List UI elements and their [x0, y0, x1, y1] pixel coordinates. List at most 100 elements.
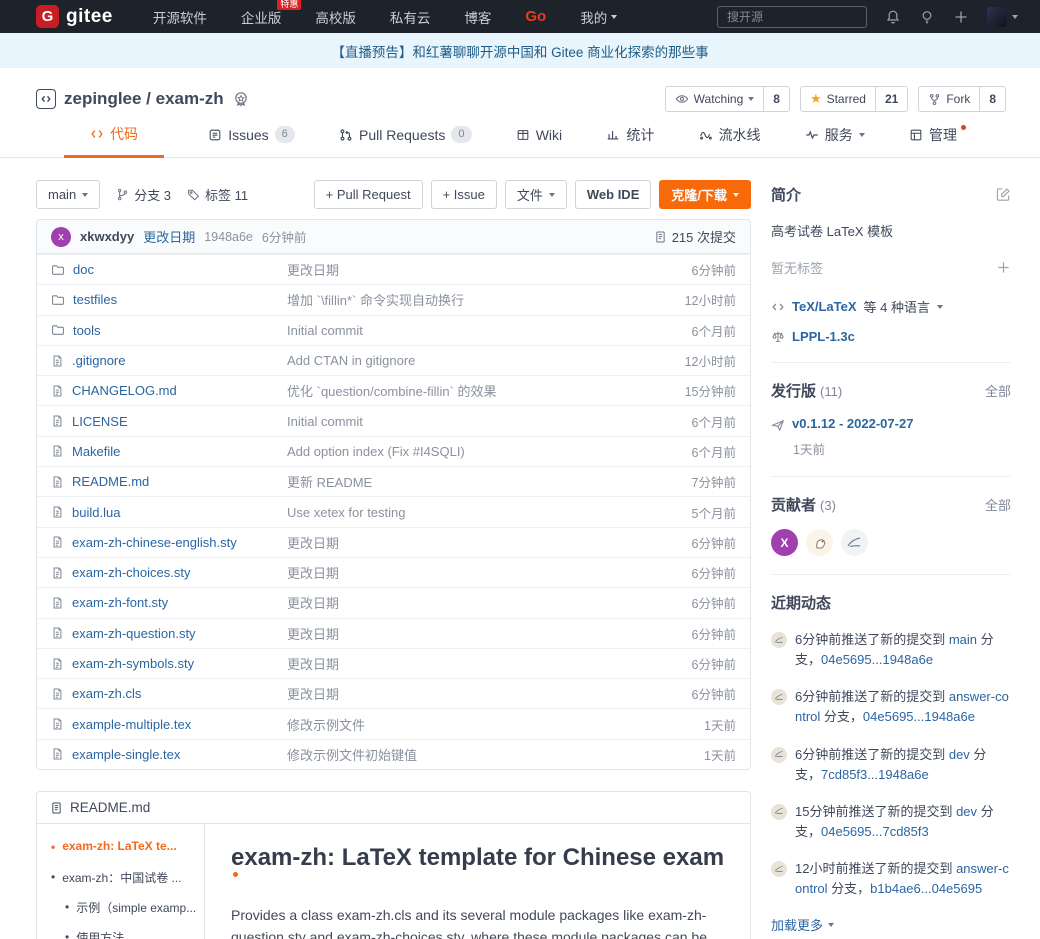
plus-icon[interactable]: [953, 9, 969, 25]
file-commit-message-link[interactable]: 更新 README: [287, 475, 372, 490]
file-commit-message-link[interactable]: 修改示例文件初始键值: [287, 748, 417, 763]
activity-commit-range-link[interactable]: 04e5695...7cd85f3: [821, 824, 929, 839]
file-name-link[interactable]: exam-zh-choices.sty: [72, 565, 190, 580]
activity-avatar[interactable]: [771, 689, 787, 705]
contributor-avatar[interactable]: X: [771, 529, 798, 556]
commit-message-link[interactable]: 更改日期: [143, 227, 195, 246]
tab-pipelines[interactable]: 流水线: [699, 124, 761, 157]
file-name-link[interactable]: README.md: [72, 474, 149, 489]
file-commit-message-link[interactable]: 更改日期: [287, 263, 339, 278]
file-commit-message-link[interactable]: 更改日期: [287, 687, 339, 702]
contributor-avatar[interactable]: [806, 529, 833, 556]
tab-issues[interactable]: Issues 6: [208, 124, 295, 157]
activity-commit-range-link[interactable]: 04e5695...1948a6e: [821, 652, 933, 667]
releases-all-link[interactable]: 全部: [985, 381, 1011, 400]
file-name-link[interactable]: exam-zh-question.sty: [72, 626, 196, 641]
activity-avatar[interactable]: [771, 804, 787, 820]
readme-toc-item[interactable]: exam-zh：中国试卷 ...: [51, 869, 198, 886]
nav-item-mine[interactable]: 我的: [580, 7, 617, 27]
nav-item-education[interactable]: 高校版: [315, 7, 356, 27]
user-avatar[interactable]: [987, 7, 1007, 27]
activity-avatar[interactable]: [771, 632, 787, 648]
file-commit-message-link[interactable]: Add option index (Fix #I4SQLI): [287, 444, 465, 459]
file-commit-message-link[interactable]: 修改示例文件: [287, 718, 365, 733]
file-commit-message-link[interactable]: 更改日期: [287, 657, 339, 672]
tab-services[interactable]: 服务: [805, 124, 865, 157]
new-pull-request-button[interactable]: + Pull Request: [314, 180, 423, 209]
starred-button[interactable]: ★ Starred 21: [800, 86, 908, 112]
file-commit-message-link[interactable]: 优化 `question/combine-fillin` 的效果: [287, 384, 497, 399]
file-name-link[interactable]: .gitignore: [72, 353, 125, 368]
commit-author-avatar[interactable]: x: [51, 227, 71, 247]
activity-commit-range-link[interactable]: b1b4ae6...04e5695: [870, 881, 982, 896]
bell-icon[interactable]: [885, 9, 901, 25]
nav-item-private-cloud[interactable]: 私有云: [390, 7, 431, 27]
chevron-down-icon[interactable]: [937, 305, 943, 309]
file-commit-message-link[interactable]: Initial commit: [287, 414, 363, 429]
commit-hash[interactable]: 1948a6e: [204, 230, 253, 244]
activity-branch-link[interactable]: dev: [949, 747, 970, 762]
tab-code[interactable]: 代码: [64, 124, 164, 158]
file-name-link[interactable]: build.lua: [72, 505, 120, 520]
file-name-link[interactable]: CHANGELOG.md: [72, 383, 177, 398]
clone-download-button[interactable]: 克隆/下载: [659, 180, 751, 209]
activity-avatar[interactable]: [771, 747, 787, 763]
file-name-link[interactable]: Makefile: [72, 444, 120, 459]
file-name-link[interactable]: LICENSE: [72, 414, 128, 429]
load-more-link[interactable]: 加载更多: [771, 915, 1011, 934]
file-commit-message-link[interactable]: Add CTAN in gitignore: [287, 353, 415, 368]
new-issue-button[interactable]: + Issue: [431, 180, 497, 209]
file-name-link[interactable]: exam-zh-font.sty: [72, 595, 168, 610]
file-name-link[interactable]: example-single.tex: [72, 747, 180, 762]
activity-branch-link[interactable]: dev: [956, 804, 977, 819]
bulb-icon[interactable]: [919, 9, 935, 25]
file-name-link[interactable]: tools: [73, 323, 100, 338]
file-name-link[interactable]: testfiles: [73, 292, 117, 307]
tab-pull-requests[interactable]: Pull Requests 0: [339, 124, 472, 157]
file-commit-message-link[interactable]: 更改日期: [287, 627, 339, 642]
tab-manage[interactable]: 管理: [909, 124, 966, 157]
contributor-avatar[interactable]: [841, 529, 868, 556]
readme-toc-item[interactable]: 使用方法: [65, 929, 198, 939]
release-version-link[interactable]: v0.1.12 - 2022-07-27: [792, 416, 913, 431]
search-input[interactable]: [717, 6, 867, 28]
activity-avatar[interactable]: [771, 861, 787, 877]
file-name-link[interactable]: example-multiple.tex: [72, 717, 191, 732]
tab-stats[interactable]: 统计: [606, 124, 654, 157]
license-link[interactable]: LPPL-1.3c: [792, 329, 855, 344]
file-commit-message-link[interactable]: 增加 `\fillin*` 命令实现自动换行: [287, 293, 464, 308]
branch-selector[interactable]: main: [36, 180, 100, 209]
add-tag-icon[interactable]: [996, 260, 1011, 275]
watching-button[interactable]: Watching 8: [665, 86, 790, 112]
nav-item-oss[interactable]: 开源软件: [153, 7, 207, 27]
primary-language-link[interactable]: TeX/LaTeX: [792, 299, 857, 314]
watching-count[interactable]: 8: [764, 92, 789, 106]
nav-item-go[interactable]: Go: [525, 8, 546, 25]
gitee-logo[interactable]: G gitee: [36, 5, 113, 28]
certificate-badge-icon[interactable]: [232, 90, 250, 108]
file-name-link[interactable]: doc: [73, 262, 94, 277]
activity-commit-range-link[interactable]: 7cd85f3...1948a6e: [821, 767, 929, 782]
activity-commit-range-link[interactable]: 04e5695...1948a6e: [863, 709, 975, 724]
readme-toc-item[interactable]: exam-zh: LaTeX te...: [51, 839, 198, 856]
web-ide-button[interactable]: Web IDE: [575, 180, 652, 209]
tags-link[interactable]: 标签 11: [187, 185, 248, 204]
nav-item-enterprise[interactable]: 企业版特惠: [241, 7, 282, 27]
file-menu-button[interactable]: 文件: [505, 180, 567, 209]
commit-author[interactable]: xkwxdyy: [80, 229, 134, 244]
fork-button[interactable]: Fork 8: [918, 86, 1006, 112]
fork-count[interactable]: 8: [980, 92, 1005, 106]
file-commit-message-link[interactable]: 更改日期: [287, 566, 339, 581]
nav-item-blog[interactable]: 博客: [464, 7, 491, 27]
file-name-link[interactable]: exam-zh-chinese-english.sty: [72, 535, 237, 550]
announcement-link[interactable]: 【直播预告】和红薯聊聊开源中国和 Gitee 商业化探索的那些事: [331, 41, 708, 61]
file-name-link[interactable]: exam-zh.cls: [72, 686, 141, 701]
file-commit-message-link[interactable]: Initial commit: [287, 323, 363, 338]
activity-branch-link[interactable]: main: [949, 632, 977, 647]
readme-toc-item[interactable]: 示例（simple examp...: [65, 899, 198, 916]
tab-wiki[interactable]: Wiki: [516, 124, 562, 157]
contributors-all-link[interactable]: 全部: [985, 495, 1011, 514]
file-commit-message-link[interactable]: 更改日期: [287, 536, 339, 551]
edit-icon[interactable]: [996, 187, 1011, 202]
branches-link[interactable]: 分支 3: [116, 185, 171, 204]
